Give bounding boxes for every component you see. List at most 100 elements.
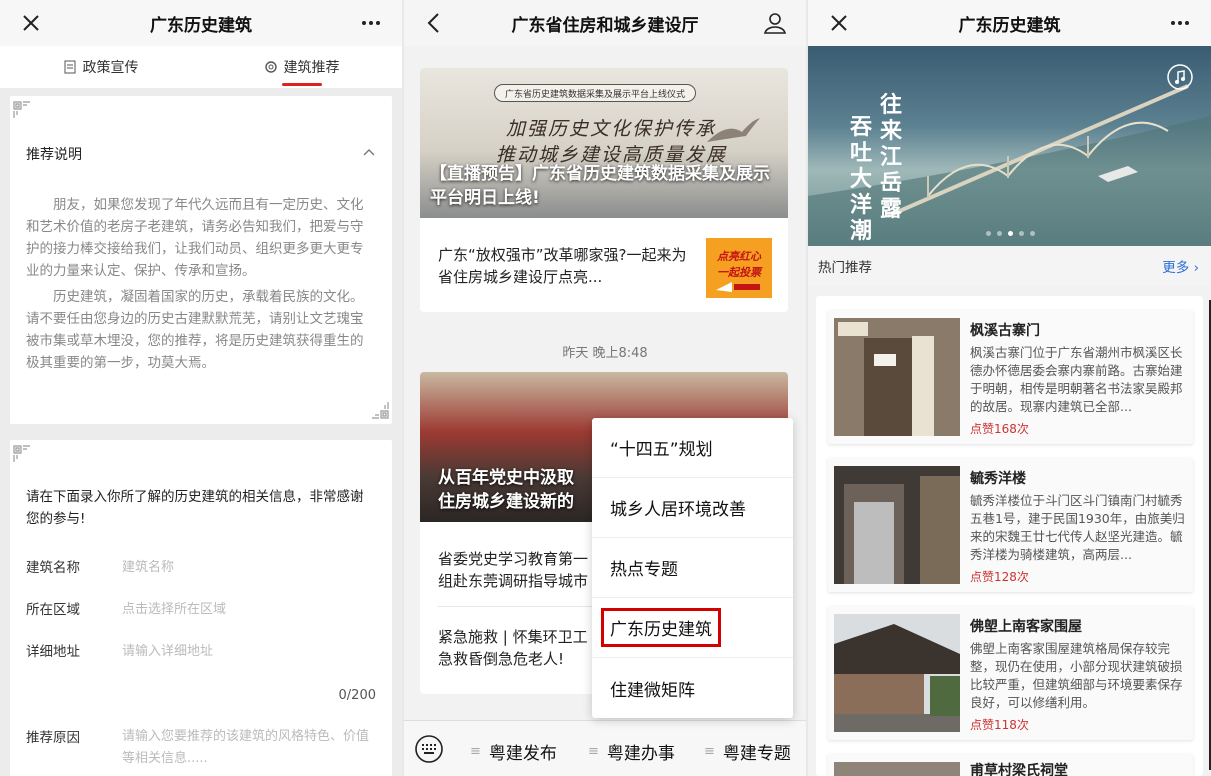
page-title: 广东省住房和城乡建设厅 bbox=[511, 15, 699, 36]
article-banner[interactable]: 广东省历史建筑数据采集及展示平台上线仪式 加强历史文化保护传承 推动城乡建设高质… bbox=[420, 68, 788, 218]
recommend-note-card: 推荐说明 朋友，如果您发现了年代久远而且有一定历史、文化和艺术价值的老房子老建筑… bbox=[10, 96, 392, 424]
thumb-text: 点亮红心 bbox=[717, 250, 761, 263]
menu-item-14th-plan[interactable]: “十四五”规划 bbox=[592, 418, 793, 478]
like-count: 点赞168次 bbox=[970, 422, 1029, 436]
region-row[interactable]: 所在区域 点击选择所在区域 bbox=[26, 598, 374, 618]
note-paragraph: 历史建筑，凝固着国家的历史，承载着民族的文化。请不要任由您身边的历史古建默默荒芜… bbox=[26, 289, 364, 371]
carousel-dot[interactable] bbox=[1018, 231, 1024, 236]
like-count: 点赞128次 bbox=[970, 570, 1029, 584]
address-row[interactable]: 详细地址 请输入详细地址 bbox=[26, 640, 374, 660]
carousel-dot[interactable] bbox=[985, 231, 991, 236]
keyboard-icon[interactable] bbox=[414, 734, 444, 764]
reason-textarea[interactable]: 请输入您要推荐的该建筑的风格特色、价值等相关信息..... bbox=[122, 726, 372, 770]
panel-historic-buildings-home: 广东历史建筑 吞吐大洋潮 往来江岳露 热门推荐 更多 › 枫溪古寨门 枫溪古寨门… bbox=[808, 0, 1211, 776]
photo-headline: 从百年党史中汲取 住房城乡建设新的 bbox=[438, 466, 574, 514]
building-desc: 佛塱上南客家围屋建筑格局保存较完整，现仍在使用，小部分现状建筑破损比较严重，但建… bbox=[970, 641, 1183, 710]
carousel-dots[interactable] bbox=[985, 231, 1035, 236]
building-card[interactable]: 毓秀洋楼 毓秀洋楼位于斗门区斗门镇南门村毓秀五巷1号，建于民国1930年，由旅美… bbox=[828, 458, 1193, 592]
carousel-dot[interactable] bbox=[1007, 231, 1013, 236]
menu-item-living-environment[interactable]: 城乡人居环境改善 bbox=[592, 478, 793, 538]
menu-item-hot-topics[interactable]: 热点专题 bbox=[592, 538, 793, 598]
corner-ornament-icon bbox=[12, 444, 32, 464]
building-card[interactable]: 枫溪古寨门 枫溪古寨门位于广东省潮州市枫溪区长德办怀德居委会寨内寨前路。古寨始建… bbox=[828, 310, 1193, 444]
banner-ribbon: 广东省历史建筑数据采集及展示平台上线仪式 bbox=[494, 84, 697, 102]
building-card[interactable]: 佛塱上南客家围屋 佛塱上南客家围屋建筑格局保存较完整，现仍在使用，小部分现状建筑… bbox=[828, 606, 1193, 740]
headline-line: 住房城乡建设新的 bbox=[438, 492, 574, 512]
building-name-row[interactable]: 建筑名称 建筑名称 bbox=[26, 556, 374, 576]
building-title: 甫草村梁氏祠堂 bbox=[970, 763, 1068, 776]
bottom-menu-bar: ≡ 粤建发布 ≡ 粤建办事 ≡ 粤建专题 bbox=[404, 720, 806, 776]
vote-thumbnail[interactable]: 点亮红心 一起投票 bbox=[706, 238, 772, 298]
building-photo bbox=[834, 614, 960, 732]
banner-headline: 【直播预告】广东省历史建筑数据采集及展示平台明日上线! bbox=[430, 164, 770, 208]
note-paragraph: 朋友，如果您发现了年代久远而且有一定历史、文化和艺术价值的老房子老建筑，请务必告… bbox=[26, 197, 364, 279]
banner-slogan: 加强历史文化保护传承 bbox=[506, 118, 717, 140]
section-heading: 推荐说明 bbox=[26, 147, 82, 163]
close-icon[interactable] bbox=[826, 10, 852, 36]
more-icon[interactable] bbox=[358, 10, 384, 36]
more-link[interactable]: 更多 › bbox=[1162, 256, 1199, 276]
region-select[interactable]: 点击选择所在区域 bbox=[122, 598, 226, 618]
menu-item-label: 城乡人居环境改善 bbox=[610, 500, 746, 520]
page-title: 广东历史建筑 bbox=[150, 15, 252, 36]
page-title: 广东历史建筑 bbox=[958, 15, 1061, 36]
menu-button-label: 粤建专题 bbox=[722, 744, 791, 764]
char-counter: 0/200 bbox=[338, 688, 376, 703]
building-name-input[interactable]: 建筑名称 bbox=[122, 556, 174, 576]
sub-article-title[interactable]: 广东“放权强市”改革哪家强?一起来为省住房城乡建设厅点亮... bbox=[438, 244, 698, 288]
reason-row[interactable]: 推荐原因 请输入您要推荐的该建筑的风格特色、价值等相关信息..... bbox=[26, 726, 374, 770]
carousel-dot[interactable] bbox=[1029, 231, 1035, 236]
menu-item-historic-buildings[interactable]: 广东历史建筑 bbox=[592, 598, 793, 658]
crane-illustration-icon bbox=[707, 118, 760, 142]
close-icon[interactable] bbox=[18, 10, 44, 36]
tab-policy[interactable]: 政策宣传 bbox=[0, 46, 201, 88]
top-bar: 广东历史建筑 bbox=[808, 0, 1211, 46]
carousel-dot[interactable] bbox=[996, 231, 1002, 236]
chevron-up-icon[interactable] bbox=[362, 146, 376, 160]
message-timestamp: 昨天 晚上8:48 bbox=[562, 346, 648, 361]
menu-item-micro-matrix[interactable]: 住建微矩阵 bbox=[592, 658, 793, 718]
hero-calligraphy: 往来江岳露 bbox=[880, 92, 903, 222]
building-photo bbox=[834, 466, 960, 584]
menu-item-label: “十四五”规划 bbox=[610, 440, 713, 460]
building-photo bbox=[834, 762, 960, 776]
hero-carousel[interactable]: 吞吐大洋潮 往来江岳露 bbox=[808, 46, 1211, 246]
building-card[interactable]: 甫草村梁氏祠堂 bbox=[828, 754, 1193, 776]
field-label: 推荐原因 bbox=[26, 730, 80, 746]
field-label: 所在区域 bbox=[26, 602, 80, 618]
more-label: 更多 bbox=[1162, 260, 1190, 276]
article-card[interactable]: 广东省历史建筑数据采集及展示平台上线仪式 加强历史文化保护传承 推动城乡建设高质… bbox=[420, 68, 788, 312]
field-label: 建筑名称 bbox=[26, 560, 80, 576]
building-title: 佛塱上南客家围屋 bbox=[970, 619, 1082, 635]
menu-button-service[interactable]: ≡ 粤建办事 bbox=[588, 739, 675, 764]
menu-item-label: 住建微矩阵 bbox=[610, 680, 695, 701]
profile-icon[interactable] bbox=[762, 10, 788, 36]
field-label: 详细地址 bbox=[26, 644, 80, 660]
top-bar: 广东历史建筑 bbox=[0, 0, 402, 46]
menu-button-label: 粤建发布 bbox=[488, 744, 557, 764]
top-bar: 广东省住房和城乡建设厅 bbox=[404, 0, 806, 46]
tab-label: 政策宣传 bbox=[82, 60, 139, 76]
like-count: 点赞118次 bbox=[970, 718, 1029, 732]
headline-line: 从百年党史中汲取 bbox=[438, 468, 574, 488]
menu-button-label: 粤建办事 bbox=[606, 744, 675, 764]
address-input[interactable]: 请输入详细地址 bbox=[122, 640, 213, 660]
document-icon bbox=[64, 60, 75, 74]
building-photo bbox=[834, 318, 960, 436]
menu-item-label: 广东历史建筑 bbox=[601, 608, 721, 647]
corner-ornament-icon bbox=[370, 400, 390, 420]
menu-button-publish[interactable]: ≡ 粤建发布 bbox=[470, 739, 557, 764]
music-note-icon[interactable] bbox=[1167, 64, 1193, 90]
menu-item-label: 热点专题 bbox=[610, 560, 678, 580]
tab-bar: 政策宣传 建筑推荐 bbox=[0, 46, 402, 88]
menu-button-topics[interactable]: ≡ 粤建专题 bbox=[704, 739, 791, 764]
hero-calligraphy: 吞吐大洋潮 bbox=[850, 114, 873, 244]
tab-recommend[interactable]: 建筑推荐 bbox=[201, 46, 402, 88]
hamburger-icon: ≡ bbox=[470, 744, 481, 759]
back-icon[interactable] bbox=[422, 10, 448, 36]
building-desc: 毓秀洋楼位于斗门区斗门镇南门村毓秀五巷1号，建于民国1930年，由旅美归来的宋魏… bbox=[970, 493, 1185, 562]
chevron-right-icon: › bbox=[1193, 260, 1199, 276]
building-list: 枫溪古寨门 枫溪古寨门位于广东省潮州市枫溪区长德办怀德居委会寨内寨前路。古寨始建… bbox=[816, 296, 1203, 776]
more-icon[interactable] bbox=[1167, 10, 1193, 36]
hot-label: 热门推荐 bbox=[818, 260, 872, 276]
